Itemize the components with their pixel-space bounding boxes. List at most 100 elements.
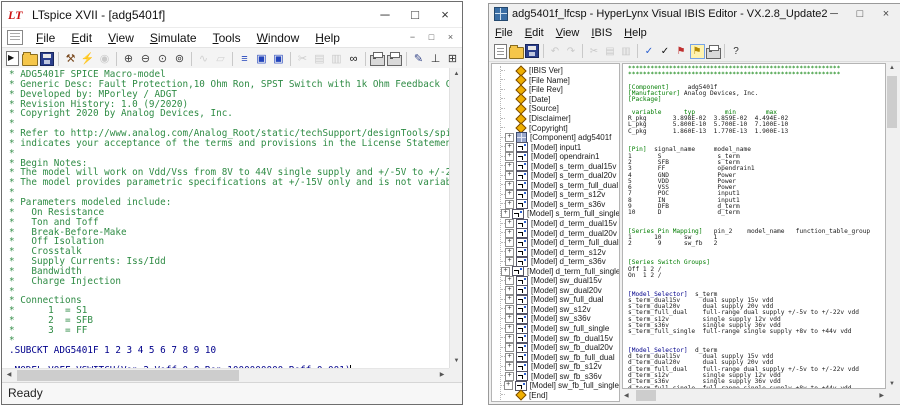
tree-item[interactable]: [End] xyxy=(501,391,619,401)
tree-item[interactable]: +[Model] d_term_s36v xyxy=(501,257,619,267)
expand-icon[interactable]: + xyxy=(505,286,514,295)
control-panel-icon[interactable]: ⚒ xyxy=(63,51,79,67)
print-icon[interactable] xyxy=(706,44,721,59)
zoom-full-icon[interactable]: ⊚ xyxy=(172,51,188,67)
tree-item[interactable]: [File Rev] xyxy=(501,85,619,95)
tree-item[interactable]: +[Model] sw_dual15v xyxy=(501,276,619,286)
expand-icon[interactable]: + xyxy=(505,248,514,257)
print-icon[interactable] xyxy=(370,51,386,67)
editor-horizontal-scrollbar[interactable]: ◀ ▶ xyxy=(2,368,449,382)
tree-item[interactable]: +[Model] sw_fb_full_single xyxy=(501,381,619,391)
ibis-file-content-pane[interactable]: ****************************************… xyxy=(622,63,886,389)
expand-icon[interactable]: + xyxy=(505,353,514,362)
menu-edit[interactable]: Edit xyxy=(519,27,550,39)
expand-icon[interactable]: + xyxy=(505,276,514,285)
menu-help[interactable]: Help xyxy=(618,27,653,39)
new-schematic-icon[interactable] xyxy=(5,51,21,67)
expand-icon[interactable]: + xyxy=(505,343,514,352)
halt-icon[interactable]: ◉ xyxy=(97,51,113,67)
open-icon[interactable] xyxy=(509,44,524,59)
expand-icon[interactable]: + xyxy=(505,181,514,190)
print-preview-icon[interactable] xyxy=(387,51,403,67)
expand-icon[interactable]: + xyxy=(505,257,514,266)
expand-icon[interactable]: + xyxy=(505,171,514,180)
expand-icon[interactable]: + xyxy=(501,209,510,218)
minimize-button[interactable]: ─ xyxy=(821,4,847,24)
ground-icon[interactable]: ⊥ xyxy=(428,51,444,67)
zoom-area-icon[interactable]: ⊕ xyxy=(121,51,137,67)
scroll-up-button[interactable]: ▲ xyxy=(450,68,463,81)
tree-item[interactable]: [Source] xyxy=(501,104,619,114)
warning-flag-icon[interactable]: ⚑ xyxy=(690,44,705,59)
zoom-back-icon[interactable]: ⊖ xyxy=(138,51,154,67)
copy-icon[interactable]: ▤ xyxy=(603,44,618,59)
tree-item[interactable]: +[Model] s_term_dual15v xyxy=(501,161,619,171)
expand-icon[interactable]: + xyxy=(505,238,514,247)
error-flag-icon[interactable]: ⚑ xyxy=(674,44,689,59)
tree-item[interactable]: +[Model] s_term_full_dual xyxy=(501,181,619,191)
expand-icon[interactable]: + xyxy=(505,133,514,142)
tree-item[interactable]: +[Model] s_term_full_single xyxy=(501,209,619,219)
tree-item[interactable]: +[Model] d_term_dual20v xyxy=(501,228,619,238)
expand-icon[interactable]: + xyxy=(505,334,514,343)
run-icon[interactable]: ⚡ xyxy=(80,51,96,67)
pencil-icon[interactable]: ✎ xyxy=(411,51,427,67)
tree-item[interactable]: +[Model] opendrain1 xyxy=(501,152,619,162)
tree-item[interactable]: [Date] xyxy=(501,95,619,105)
expand-icon[interactable]: + xyxy=(504,381,513,390)
maximize-button[interactable]: □ xyxy=(400,2,430,27)
expand-icon[interactable]: + xyxy=(505,295,514,304)
tree-item[interactable]: +[Component] adg5401f xyxy=(501,133,619,143)
content-vertical-scrollbar[interactable]: ▲ ▼ xyxy=(886,63,898,389)
expand-icon[interactable]: + xyxy=(505,305,514,314)
scroll-left-button[interactable]: ◀ xyxy=(2,369,16,382)
tree-item[interactable]: +[Model] sw_s12v xyxy=(501,305,619,315)
close-button[interactable]: × xyxy=(430,2,460,27)
close-button[interactable]: × xyxy=(873,4,899,24)
expand-icon[interactable]: + xyxy=(505,219,514,228)
save-icon[interactable] xyxy=(39,51,55,67)
tree-item[interactable]: +[Model] s_term_dual20v xyxy=(501,171,619,181)
tree-item[interactable]: +[Model] sw_fb_dual15v xyxy=(501,333,619,343)
new-icon[interactable] xyxy=(493,44,508,59)
zoom-out-icon[interactable]: ⊙ xyxy=(155,51,171,67)
ibis-titlebar[interactable]: adg5401f_lfcsp - HyperLynx Visual IBIS E… xyxy=(489,4,900,24)
tree-item[interactable]: +[Model] sw_full_single xyxy=(501,324,619,334)
expand-icon[interactable]: + xyxy=(505,152,514,161)
editor-vertical-scrollbar[interactable]: ▲ ▼ xyxy=(449,68,462,368)
check-syntax-icon[interactable]: ✓ xyxy=(658,44,673,59)
menu-file[interactable]: File xyxy=(28,31,63,45)
menu-simulate[interactable]: Simulate xyxy=(142,31,205,45)
tree-item[interactable]: [IBIS Ver] xyxy=(501,66,619,76)
save-icon[interactable] xyxy=(525,44,540,59)
expand-icon[interactable]: + xyxy=(505,229,514,238)
tree-item[interactable]: +[Model] sw_full_dual xyxy=(501,295,619,305)
cascade-windows-icon[interactable]: ▣ xyxy=(254,51,270,67)
menu-ibis[interactable]: IBIS xyxy=(585,27,618,39)
tree-item[interactable]: +[Model] sw_s36v xyxy=(501,314,619,324)
expand-icon[interactable]: + xyxy=(505,372,514,381)
expand-icon[interactable]: + xyxy=(501,267,510,276)
menu-file[interactable]: File xyxy=(489,27,519,39)
redo-icon[interactable]: ↷ xyxy=(564,44,579,59)
scroll-down-button[interactable]: ▼ xyxy=(886,381,898,387)
scroll-left-button[interactable]: ◀ xyxy=(624,392,629,399)
menu-help[interactable]: Help xyxy=(307,31,348,45)
expand-icon[interactable]: + xyxy=(505,324,514,333)
maximize-button[interactable]: □ xyxy=(847,4,873,24)
menu-view[interactable]: View xyxy=(100,31,142,45)
tree-item[interactable]: +[Model] d_term_s12v xyxy=(501,247,619,257)
tree-item[interactable]: +[Model] d_term_full_dual xyxy=(501,238,619,248)
expand-icon[interactable]: + xyxy=(505,314,514,323)
validate-icon[interactable]: ✓ xyxy=(642,44,657,59)
mdi-close-button[interactable]: × xyxy=(443,30,458,44)
tree-item[interactable]: +[Model] sw_fb_full_dual xyxy=(501,352,619,362)
find-icon[interactable]: ∞ xyxy=(346,51,362,67)
tree-item[interactable]: [File Name] xyxy=(501,76,619,86)
tree-item[interactable]: +[Model] s_term_s12v xyxy=(501,190,619,200)
copy-icon[interactable]: ▤ xyxy=(312,51,328,67)
autorange-icon[interactable]: ∿ xyxy=(196,51,212,67)
cut-icon[interactable]: ✂ xyxy=(587,44,602,59)
minimize-button[interactable]: ─ xyxy=(370,2,400,27)
label-net-icon[interactable]: ⊞ xyxy=(445,51,461,67)
